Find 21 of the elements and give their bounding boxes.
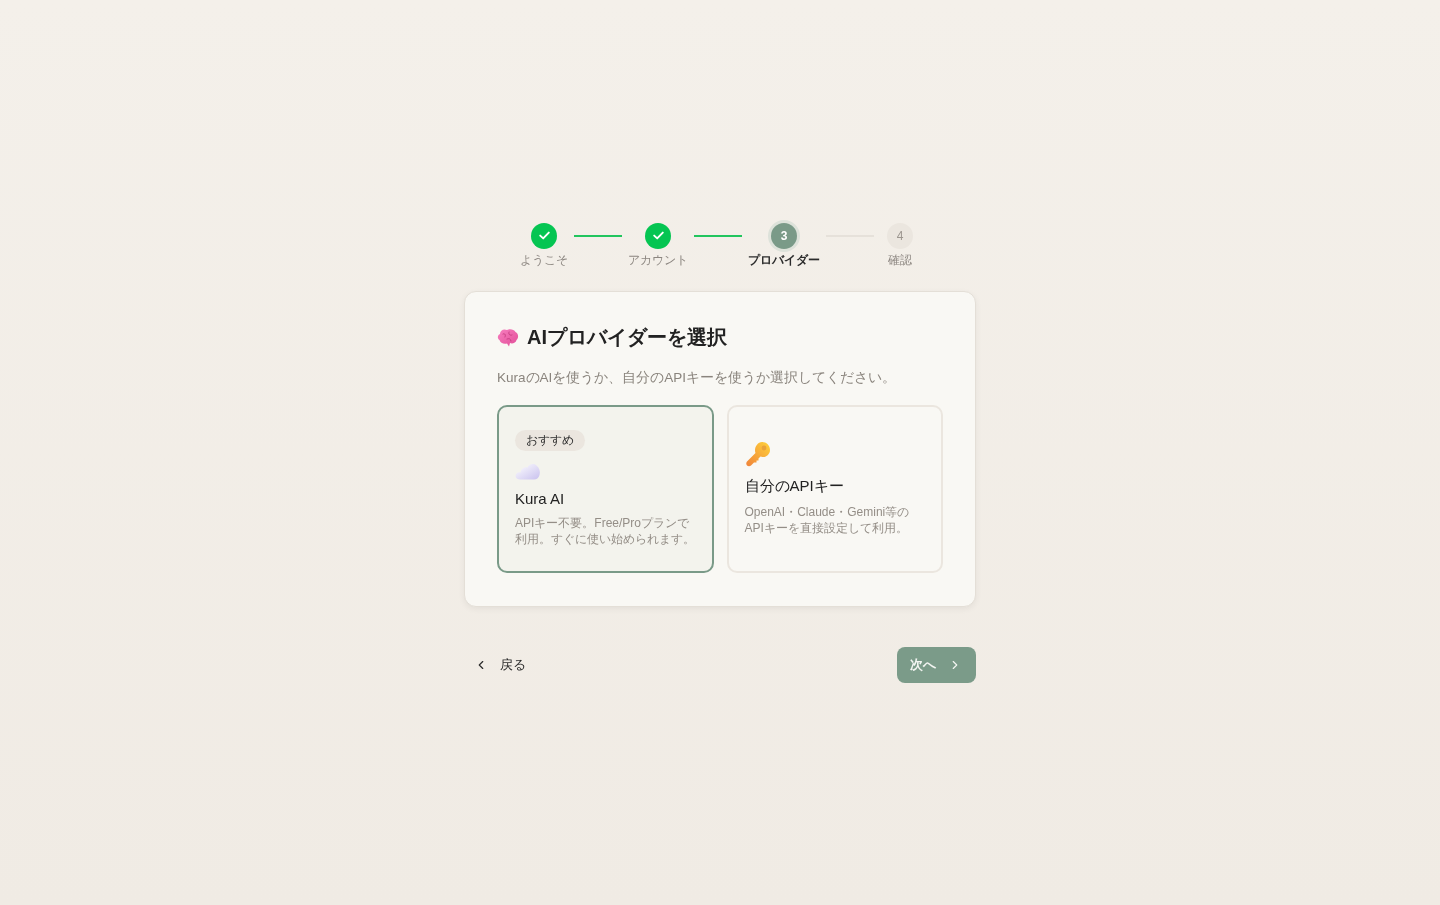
check-icon	[538, 231, 550, 240]
check-icon	[652, 231, 664, 240]
step-indicator: 3	[771, 222, 797, 249]
step-label: 確認	[888, 251, 912, 269]
cloud-icon	[515, 463, 541, 480]
panel-title: AIプロバイダーを選択	[527, 324, 727, 350]
key-icon	[744, 441, 771, 467]
step-indicator: 4	[887, 222, 913, 249]
step-label: アカウント	[628, 251, 688, 269]
step-label: プロバイダー	[748, 251, 820, 269]
panel-subtitle: KuraのAIを使うか、自分のAPIキーを使うか選択してください。	[497, 368, 898, 387]
back-button[interactable]: 戻る	[464, 647, 536, 682]
option-description: APIキー不要。Free/Proプランで利用。すぐに使い始められます。	[515, 515, 696, 547]
provider-option[interactable]: おすすめ Kura AI APIキー不要。Free/Proプランで利用。すぐに使い始められます。	[497, 404, 714, 573]
recommended-tag: おすすめ	[515, 430, 585, 451]
step-label: ようこそ	[520, 251, 568, 269]
provider-option[interactable]: 自分のAPIキー OpenAI・Claude・Gemini等のAPIキーを直接設定して利用。	[726, 404, 943, 573]
brain-icon	[497, 327, 519, 347]
option-description: OpenAI・Claude・Gemini等のAPIキーを直接設定して利用。	[744, 504, 911, 536]
option-title: 自分のAPIキー	[744, 477, 844, 496]
option-title: Kura AI	[515, 490, 565, 507]
